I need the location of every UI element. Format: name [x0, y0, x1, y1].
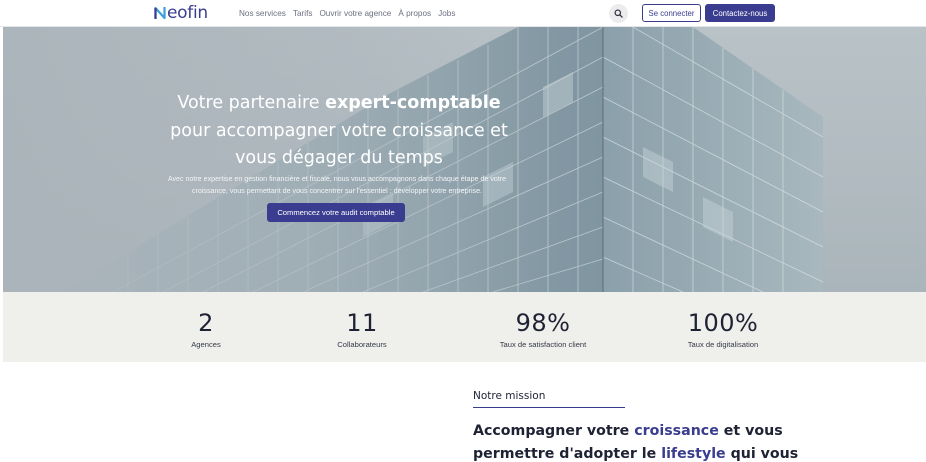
audit-cta-button[interactable]: Commencez votre audit comptable	[267, 203, 405, 222]
mission-kicker: Notre mission	[473, 390, 546, 402]
stat-agencies: 2 Agences	[126, 309, 286, 350]
hero-section: Votre partenaire expert-comptable pour a…	[3, 27, 926, 292]
mission-highlight-lifestyle: lifestyle	[661, 446, 726, 462]
mission-highlight-growth: croissance	[634, 423, 719, 439]
stat-value: 2	[198, 309, 214, 337]
stat-label: Collaborateurs	[337, 340, 387, 349]
nav-item-pricing[interactable]: Tarifs	[293, 8, 313, 19]
page: eofin Nos services Tarifs Ouvrir votre a…	[0, 0, 926, 462]
stat-digitalisation: 100% Taux de digitalisation	[643, 309, 803, 350]
mission-title-part-c: qui vous	[725, 446, 799, 462]
contact-button[interactable]: Contactez-nous	[705, 4, 775, 22]
brand-logo-mark-icon	[154, 6, 166, 20]
brand-logo[interactable]: eofin	[154, 3, 208, 23]
hero-title-part1: Votre partenaire	[177, 93, 326, 113]
hero-title: Votre partenaire expert-comptable pour a…	[163, 90, 515, 173]
stat-label: Agences	[191, 340, 221, 349]
nav-item-about[interactable]: À propos	[398, 8, 431, 19]
stat-value: 11	[346, 309, 378, 337]
search-icon	[614, 9, 623, 18]
stat-value: 98%	[515, 309, 571, 337]
hero-subtitle: Avec notre expertise en gestion financiè…	[167, 175, 507, 195]
stat-label: Taux de satisfaction client	[499, 340, 587, 349]
stats-section: 2 Agences 11 Collaborateurs 98% Taux de …	[3, 292, 926, 362]
stat-collaborators: 11 Collaborateurs	[282, 309, 442, 350]
search-button[interactable]	[609, 4, 628, 23]
mission-divider	[473, 407, 625, 408]
nav-item-services[interactable]: Nos services	[239, 8, 286, 19]
stat-satisfaction: 98% Taux de satisfaction client	[463, 309, 623, 350]
top-navigation-bar: eofin Nos services Tarifs Ouvrir votre a…	[0, 0, 926, 27]
mission-title-part-a: Accompagner votre	[473, 423, 635, 439]
mission-section: Notre mission Accompagner votre croissan…	[3, 362, 926, 462]
hero-title-part2: pour accompagner votre croissance et vou…	[170, 120, 508, 169]
stat-label: Taux de digitalisation	[687, 340, 759, 349]
main-nav: Nos services Tarifs Ouvrir votre agence …	[239, 8, 462, 19]
nav-item-jobs[interactable]: Jobs	[438, 8, 455, 19]
login-button[interactable]: Se connecter	[642, 4, 701, 22]
brand-name: eofin	[167, 3, 208, 23]
stat-value: 100%	[687, 309, 759, 337]
hero-title-bold: expert-comptable	[325, 93, 501, 113]
nav-item-open-agency[interactable]: Ouvrir votre agence	[319, 8, 391, 19]
mission-title: Accompagner votre croissance et vous per…	[473, 420, 803, 462]
